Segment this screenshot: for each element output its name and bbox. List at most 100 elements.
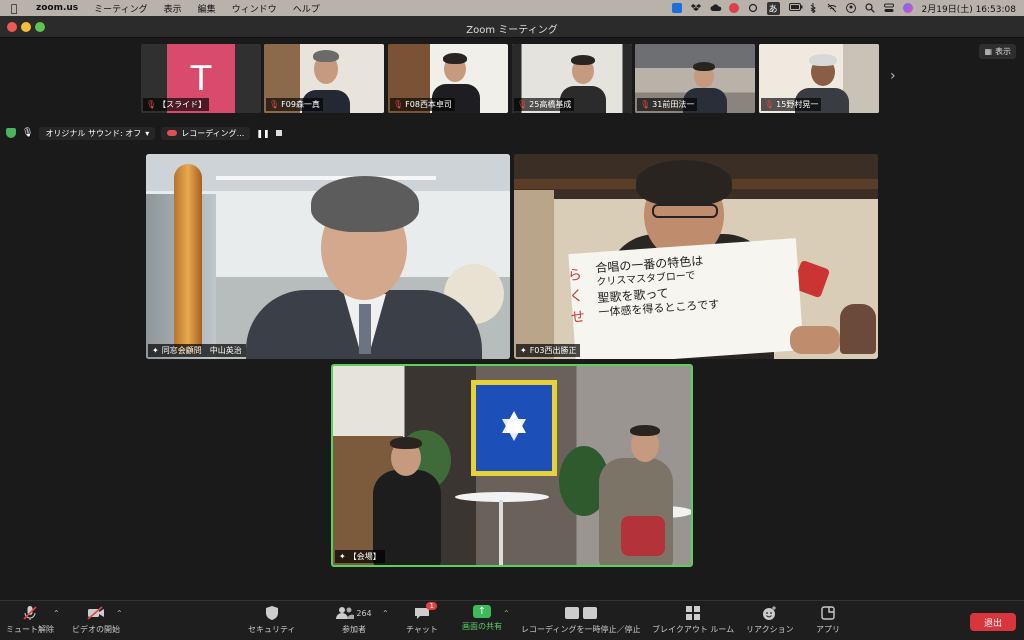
share-screen-button[interactable]: ↑ 画面の共有 [462, 605, 502, 632]
note-side-char: せ [570, 309, 586, 327]
mic-muted-icon [21, 605, 39, 621]
person-hair [443, 53, 467, 64]
unmute-button[interactable]: ミュート解除 [6, 605, 54, 635]
person-hair [311, 176, 419, 232]
participant-name: F03西出勝正 [529, 346, 577, 355]
necktie [359, 304, 371, 354]
chat-unread-badge: 1 [426, 602, 437, 610]
participants-button[interactable]: 264 参加者 [334, 605, 374, 635]
dropbox-icon[interactable] [690, 3, 701, 13]
note-side-char: く [568, 288, 584, 306]
apps-label: アプリ [816, 625, 840, 634]
menu-meeting[interactable]: ミーティング [86, 2, 155, 15]
pin-icon: ✦ [339, 552, 346, 561]
menu-view[interactable]: 表示 [156, 2, 190, 15]
grid-view-icon: ▦ [984, 47, 992, 56]
participants-label: 参加者 [342, 625, 366, 634]
security-button[interactable]: セキュリティ [248, 605, 296, 635]
menu-app-name[interactable]: zoom.us [28, 3, 86, 13]
person-hair [630, 425, 660, 436]
reactions-button[interactable]: リアクション [746, 605, 794, 635]
sync-icon[interactable] [748, 3, 758, 13]
input-method-indicator[interactable]: あ [766, 1, 780, 15]
participant-name: F08西本卓司 [405, 100, 452, 109]
participants-icon: 264 [334, 605, 374, 621]
participant-name: 25高橋基成 [529, 100, 572, 109]
participant-name: 同窓会顧問 中山英治 [161, 346, 242, 355]
thumbnail-slide[interactable]: T 🎙 【スライド】 [141, 44, 261, 113]
start-video-button[interactable]: ビデオの開始 [72, 605, 120, 635]
participant-name: 31前田法一 [652, 100, 695, 109]
video-tile-advisor[interactable]: ✦ 同窓会顧問 中山英治 [146, 154, 510, 359]
thumbnail-participant[interactable]: 🎙 F08西本卓司 [388, 44, 508, 113]
creative-cloud-icon[interactable] [728, 3, 739, 13]
cloud-icon[interactable] [710, 3, 721, 13]
breakout-rooms-button[interactable]: ブレイクアウト ルーム [652, 605, 734, 635]
meeting-toolbar: ミュート解除 ⌃ ビデオの開始 ⌃ セキュリティ 264 参加者 ⌃ 1 チャッ… [0, 600, 1024, 640]
stop-icon [582, 607, 597, 619]
video-tile-venue[interactable]: ✦ 【会場】 [331, 364, 693, 567]
original-sound-label: オリジナル サウンド: オフ [45, 128, 142, 138]
menu-window[interactable]: ウィンドウ [224, 2, 285, 15]
mic-muted-icon: 🎙 [393, 100, 404, 109]
trophy-statue [174, 164, 202, 354]
wifi-off-icon[interactable] [827, 3, 837, 13]
chevron-up-icon[interactable]: ⌃ [503, 609, 510, 618]
security-shield-icon[interactable] [6, 128, 16, 138]
thumbnail-participant[interactable]: 🎙 15野村晃一 [759, 44, 879, 113]
school-banner [471, 380, 557, 476]
person-hair [571, 55, 595, 65]
thumbnail-participant[interactable]: 🎙 F09森一真 [264, 44, 384, 113]
mic-muted-icon: 🎙 [764, 100, 775, 109]
leave-meeting-button[interactable]: 退出 [970, 613, 1016, 631]
chat-label: チャット [406, 625, 438, 634]
view-button[interactable]: ▦ 表示 [979, 44, 1016, 59]
control-center-icon[interactable] [883, 3, 894, 13]
thumbnail-participant[interactable]: 🎙 25高橋基成 [512, 44, 632, 113]
menu-help[interactable]: ヘルプ [285, 2, 328, 15]
chevron-up-icon[interactable]: ⌃ [53, 609, 60, 618]
handwritten-sign: ら く せ 合唱の一番の特色は クリスマスタブローで 聖歌を歌って 一体感を得る… [567, 238, 804, 359]
bluetooth-icon[interactable] [808, 3, 818, 15]
person-hair [313, 50, 339, 62]
chevron-up-icon[interactable]: ⌃ [382, 609, 389, 618]
share-screen-icon: ↑ [473, 605, 491, 618]
stop-recording-icon[interactable] [275, 130, 282, 136]
recording-indicator[interactable]: レコーディング... [161, 126, 251, 140]
participant-name: 15野村晃一 [776, 100, 819, 109]
zoom-status-icon[interactable] [671, 3, 682, 13]
menu-edit[interactable]: 編集 [190, 2, 224, 15]
recording-controls-icon [563, 605, 599, 621]
status-area: あ 2月19日(土) 16:53:08 [671, 0, 1016, 16]
pause-recording-icon[interactable]: ❚❚ [256, 129, 269, 138]
participant-name: 【会場】 [348, 552, 381, 561]
chat-button[interactable]: 1 チャット [406, 602, 438, 635]
video-tile-speaker[interactable]: ら く せ 合唱の一番の特色は クリスマスタブローで 聖歌を歌って 一体感を得る… [514, 154, 878, 359]
thumbnail-participant[interactable]: 🎙 31前田法一 [635, 44, 755, 113]
search-icon[interactable] [864, 3, 875, 13]
share-screen-label: 画面の共有 [462, 622, 502, 631]
menu-bar:  zoom.us ミーティング 表示 編集 ウィンドウ ヘルプ あ [0, 0, 1024, 16]
chevron-down-icon: ▾ [145, 128, 150, 138]
breakout-rooms-icon [684, 605, 702, 621]
red-chair [621, 516, 665, 556]
chevron-up-icon[interactable]: ⌃ [116, 609, 123, 618]
pause-stop-recording-button[interactable]: レコーディングを一時停止／停止 [521, 605, 640, 635]
apps-icon [819, 605, 837, 621]
apps-button[interactable]: アプリ [816, 605, 840, 635]
cloud-recording-icon [167, 130, 178, 136]
menubar-clock[interactable]: 2月19日(土) 16:53:08 [922, 2, 1016, 15]
person-hair [809, 54, 837, 66]
reactions-label: リアクション [746, 625, 794, 634]
siri-icon[interactable] [902, 3, 913, 13]
original-sound-toggle[interactable]: オリジナル サウンド: オフ ▾ [39, 126, 156, 140]
doll-decoration [840, 304, 876, 354]
apple-menu-icon[interactable]:  [0, 2, 28, 15]
note-side-char: ら [567, 267, 583, 285]
battery-icon[interactable] [788, 3, 803, 13]
user-icon[interactable] [845, 3, 856, 13]
hand [790, 326, 840, 354]
chevron-right-icon[interactable]: › [890, 68, 896, 84]
curtain [514, 190, 554, 359]
meeting-status-row: 🎙 オリジナル サウンド: オフ ▾ レコーディング... ❚❚ [6, 126, 282, 140]
